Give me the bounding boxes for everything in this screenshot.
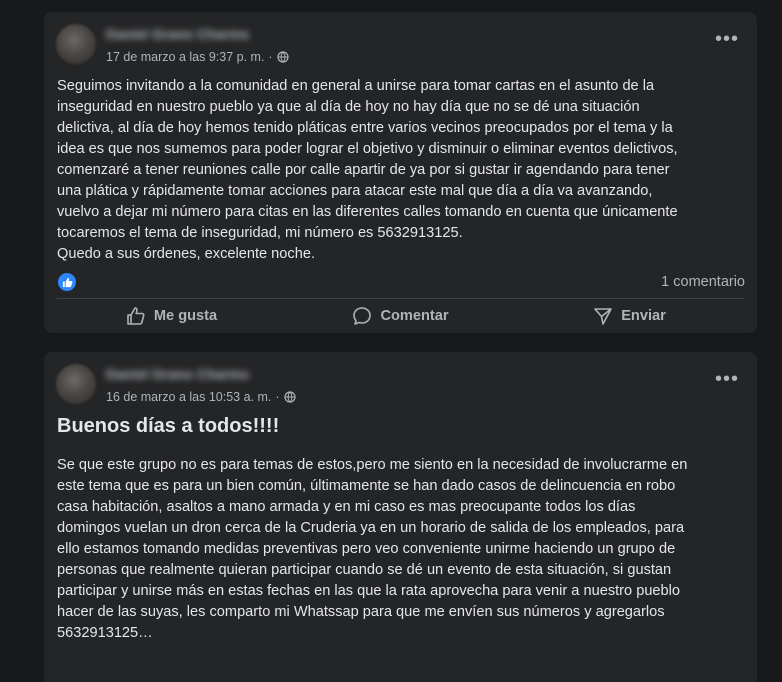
globe-icon [283, 391, 296, 403]
comment-bubble-icon [353, 307, 372, 325]
send-label: Enviar [621, 308, 666, 324]
post-headline: Buenos días a todos!!!! [57, 415, 280, 437]
more-options-icon[interactable]: ••• [715, 29, 739, 49]
author-avatar[interactable] [56, 24, 96, 64]
like-reaction-icon[interactable] [58, 273, 76, 291]
author-name[interactable]: Daniel Grano Charms [106, 366, 249, 382]
author-name[interactable]: Daniel Grano Charms [106, 26, 249, 42]
post-meta: 17 de marzo a las 9:37 p. m. · [106, 50, 289, 64]
comment-label: Comentar [380, 308, 449, 324]
post-text: Seguimos invitando a la comunidad en gen… [57, 78, 678, 262]
author-avatar[interactable] [56, 364, 96, 404]
comment-button[interactable]: Comentar [286, 301, 515, 331]
post-card: Daniel Grano Charms 16 de marzo a las 10… [44, 352, 757, 682]
post-actions: Me gusta Comentar Enviar [57, 301, 744, 331]
like-label: Me gusta [153, 308, 218, 324]
post-meta: 16 de marzo a las 10:53 a. m. · [106, 390, 296, 404]
thumbs-up-icon [127, 307, 145, 325]
send-icon [594, 308, 612, 325]
post-timestamp[interactable]: 17 de marzo a las 9:37 p. m. [106, 50, 264, 64]
more-options-icon[interactable]: ••• [715, 369, 739, 389]
post-timestamp[interactable]: 16 de marzo a las 10:53 a. m. [106, 390, 271, 404]
comment-count[interactable]: 1 comentario [661, 274, 745, 290]
like-button[interactable]: Me gusta [57, 301, 286, 331]
divider [57, 298, 744, 299]
post-card: Daniel Grano Charms 17 de marzo a las 9:… [44, 12, 757, 333]
globe-icon [276, 51, 289, 63]
post-text: Se que este grupo no es para temas de es… [57, 457, 688, 641]
send-button[interactable]: Enviar [515, 301, 744, 331]
